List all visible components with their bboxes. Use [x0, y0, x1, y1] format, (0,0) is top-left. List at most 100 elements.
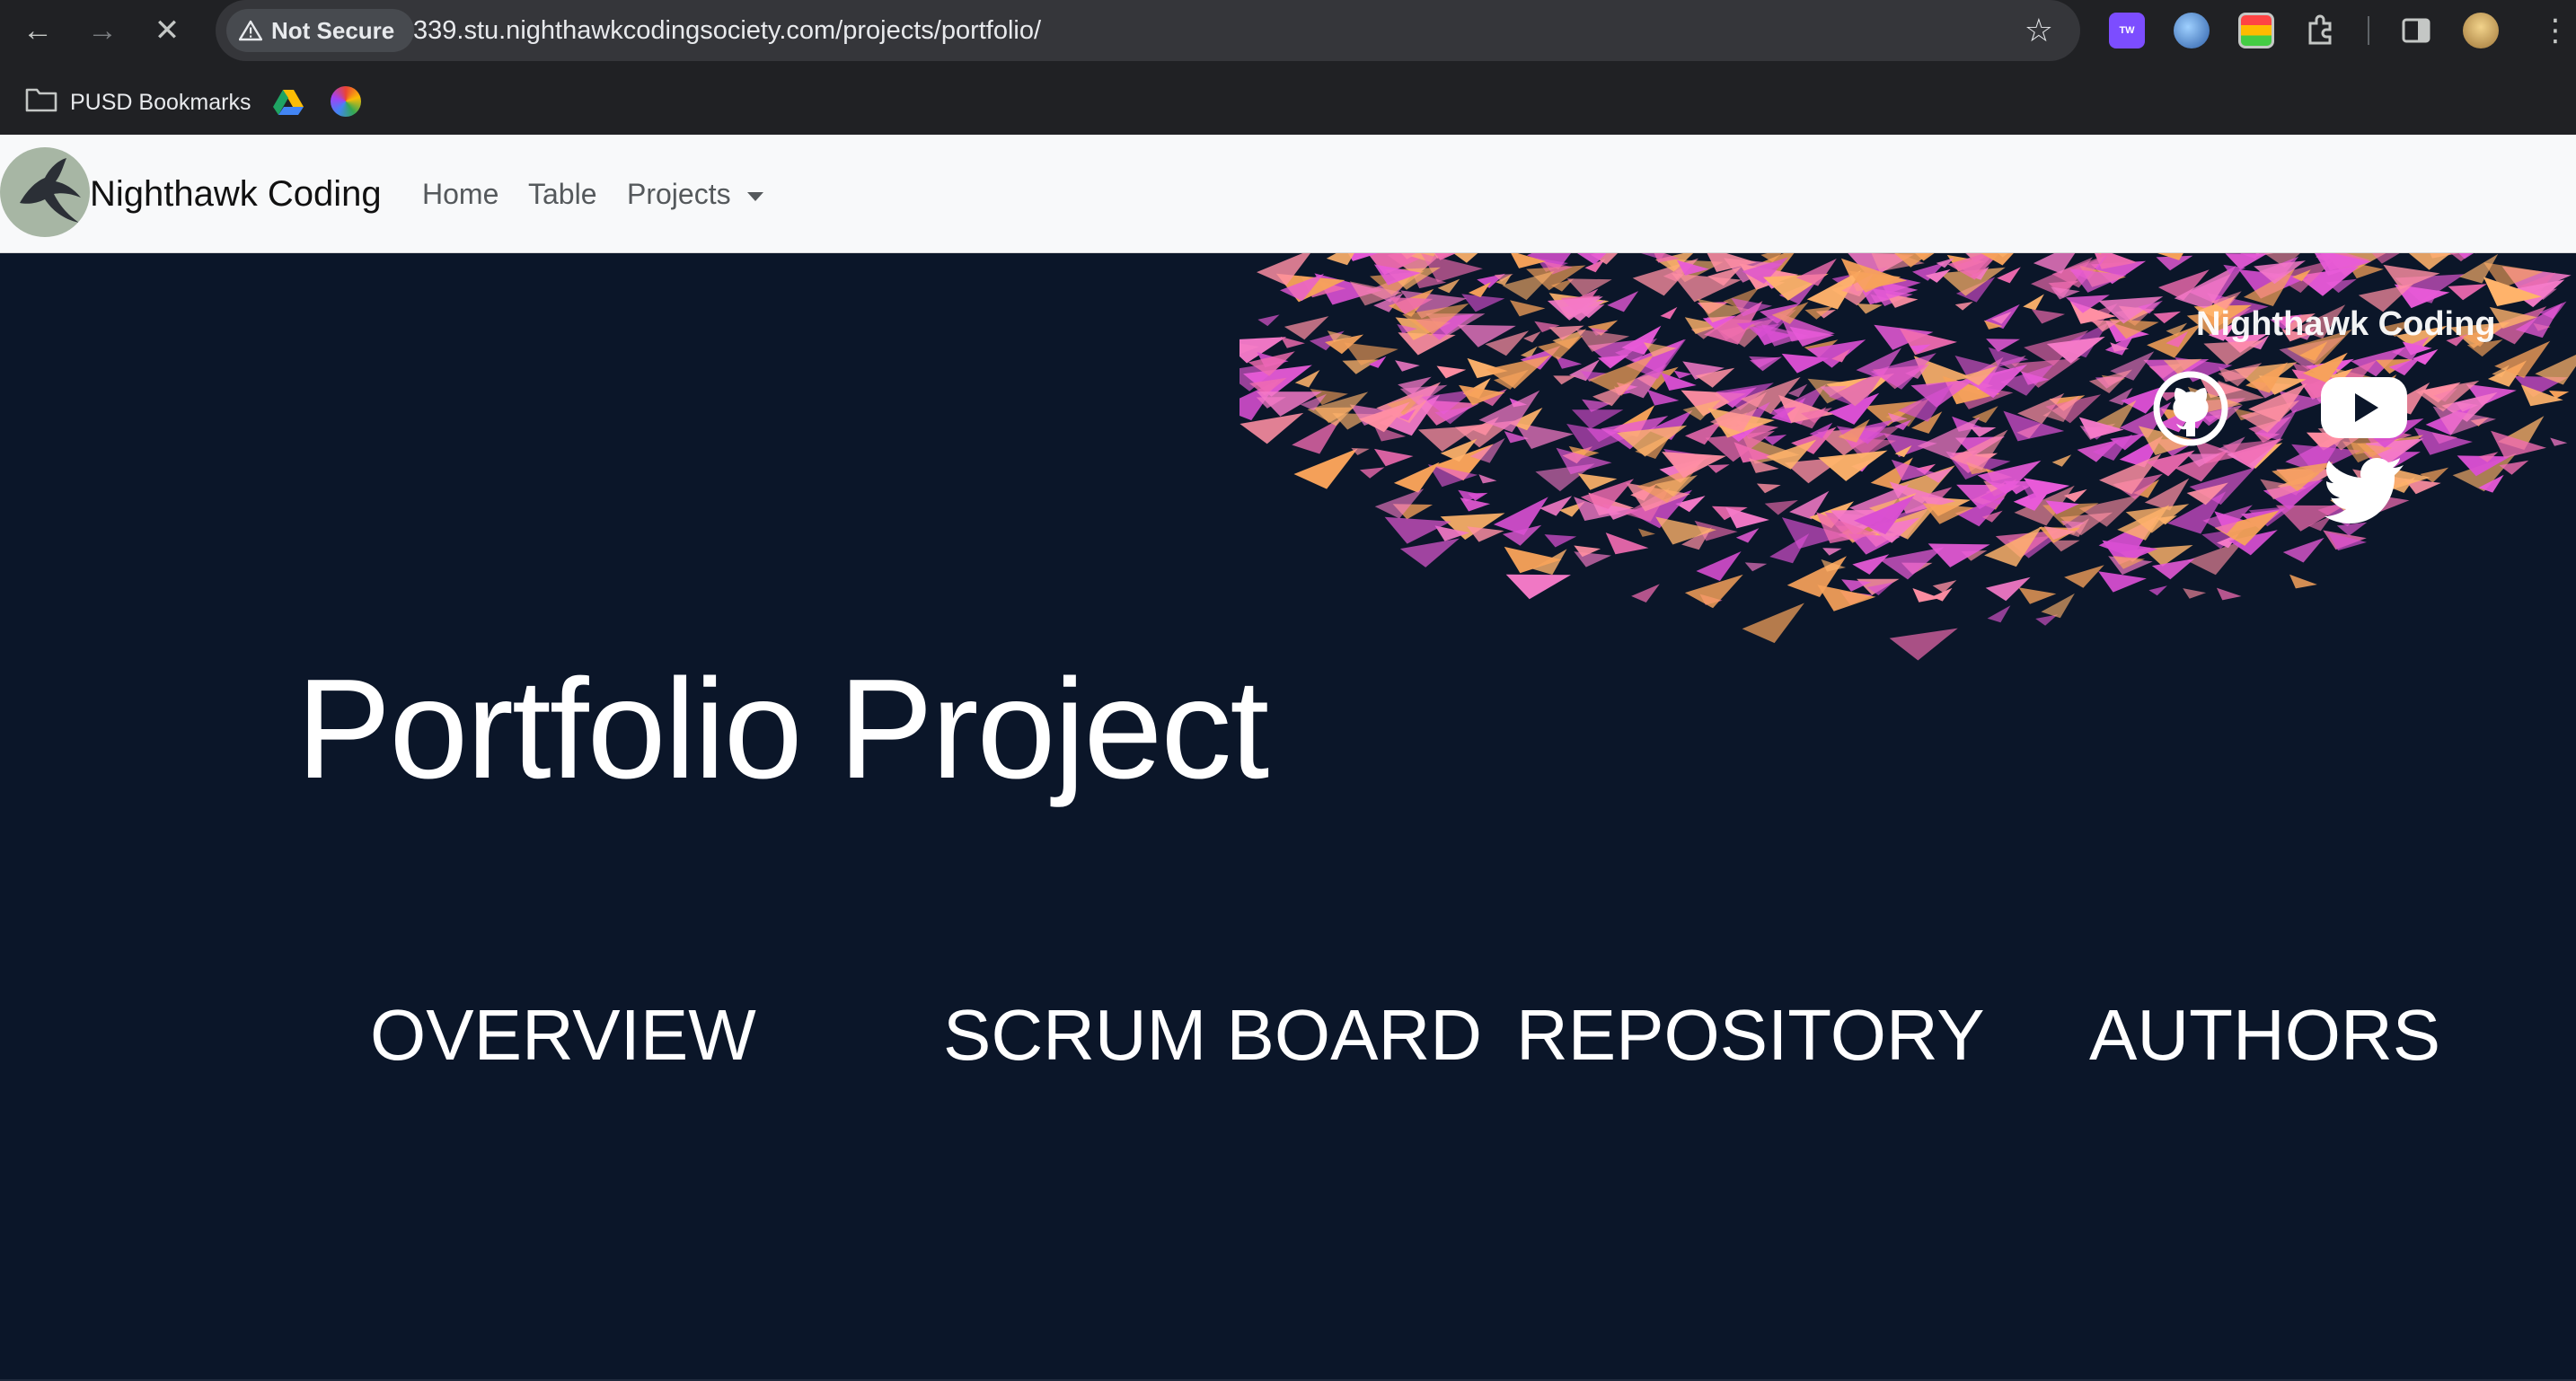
bookmarks-bar: PUSD Bookmarks	[0, 72, 2576, 135]
folder-icon	[25, 86, 57, 119]
forward-button[interactable]: →	[84, 13, 120, 48]
bird-shape	[1696, 551, 1742, 581]
section-link-authors[interactable]: AUTHORS	[2089, 994, 2440, 1077]
toolbar-divider	[2368, 16, 2369, 45]
bird-shape	[1631, 584, 1660, 603]
bird-shape	[1852, 554, 1890, 575]
section-link-overview[interactable]: OVERVIEW	[370, 994, 756, 1077]
bird-shape	[1293, 448, 1358, 489]
bird-shape	[2216, 587, 2242, 601]
bird-shape	[2448, 284, 2487, 301]
bird-shape	[1607, 291, 1639, 312]
bird-shape	[1742, 603, 1804, 644]
bird-shape	[1818, 450, 1888, 481]
url-text[interactable]: 339.stu.nighthawkcodingsociety.com/proje…	[413, 0, 1041, 61]
bird-shape	[1395, 360, 1420, 372]
bird-shape	[2051, 454, 2072, 467]
bird-shape	[1257, 314, 1280, 327]
bird-shape	[1468, 282, 1491, 298]
extension-globe-icon[interactable]	[2174, 13, 2210, 48]
bird-shape	[2148, 585, 2167, 596]
bird-shape	[1461, 294, 1505, 312]
twitter-icon[interactable]	[2325, 458, 2405, 529]
bird-shape	[1280, 336, 1305, 348]
brand-title[interactable]: Nighthawk Coding	[90, 135, 382, 253]
bird-shape	[1510, 300, 1546, 317]
bird-shape	[1553, 375, 1576, 385]
bird-shape	[2153, 311, 2181, 324]
bird-shape	[1284, 316, 1329, 340]
bird-shape	[1932, 580, 1957, 594]
colorful-app-icon[interactable]	[331, 86, 361, 117]
bird-shape	[1879, 547, 1945, 580]
bird-shape	[1574, 551, 1611, 567]
youtube-icon[interactable]	[2319, 375, 2409, 444]
bird-shape	[1374, 448, 1414, 467]
bird-shape	[2183, 588, 2207, 599]
section-link-scrum-board[interactable]: SCRUM BOARD	[943, 994, 1482, 1077]
caret-down-icon	[746, 191, 763, 201]
bookmark-label: PUSD Bookmarks	[70, 89, 251, 115]
bird-shape	[1822, 548, 1842, 556]
bird-shape	[1486, 355, 1551, 389]
bird-shape	[2289, 574, 2317, 589]
side-panel-icon[interactable]	[2398, 13, 2434, 48]
bird-shape	[1889, 628, 1958, 661]
bird-shape	[1707, 464, 1730, 473]
bird-shape	[1638, 528, 1655, 537]
nav-link-home[interactable]: Home	[422, 135, 498, 253]
bird-shape	[1505, 574, 1571, 600]
bird-shape	[1374, 488, 1425, 519]
back-button[interactable]: ←	[20, 13, 56, 48]
social-heading: Nighthawk Coding	[2196, 305, 2496, 343]
bird-shape	[1684, 574, 1743, 609]
bird-shape	[1928, 543, 1990, 567]
browser-chrome: ← → ✕ Not Secure 339.stu.nighthawkcoding…	[0, 0, 2576, 135]
extensions-puzzle-icon[interactable]	[2303, 13, 2339, 48]
bird-shape	[1987, 605, 2011, 623]
bird-shape	[2031, 309, 2066, 324]
google-drive-icon[interactable]	[273, 88, 304, 119]
extension-tw-icon[interactable]: TW	[2109, 13, 2145, 48]
bird-shape	[1493, 497, 1548, 535]
bird-shape	[1725, 506, 1769, 529]
bird-shape	[1436, 365, 1467, 379]
bird-shape	[1970, 427, 1997, 437]
github-icon[interactable]	[2152, 370, 2229, 452]
stop-loading-button[interactable]: ✕	[149, 13, 185, 48]
security-label: Not Secure	[271, 17, 395, 44]
section-link-repository[interactable]: REPOSITORY	[1516, 994, 1985, 1077]
security-indicator[interactable]: Not Secure	[226, 9, 415, 52]
bird-shape	[1359, 467, 1385, 479]
hero-section: Nighthawk Coding Portfolio Project OVERV…	[0, 253, 2576, 1381]
bird-shape	[2018, 587, 2057, 604]
bird-shape	[1478, 474, 1497, 484]
bookmark-star-icon[interactable]: ☆	[2025, 13, 2053, 48]
nav-link-table[interactable]: Table	[528, 135, 597, 253]
nav-dropdown-projects[interactable]: Projects	[627, 135, 763, 253]
bird-shape	[2203, 340, 2264, 365]
bird-shape	[1756, 483, 1781, 494]
bird-shape	[1660, 306, 1678, 320]
bird-shape	[2088, 369, 2132, 393]
bird-shape	[1735, 528, 1760, 543]
address-bar[interactable]: Not Secure 339.stu.nighthawkcodingsociet…	[216, 0, 2080, 61]
page-title: Portfolio Project	[296, 650, 1269, 808]
nighthawk-logo[interactable]	[0, 147, 90, 237]
site-navbar: Nighthawk Coding Home Table Projects	[0, 135, 2576, 253]
bird-shape	[2282, 537, 2325, 563]
bird-shape	[1954, 302, 1973, 311]
warning-icon	[239, 20, 262, 41]
menu-dots-icon[interactable]: ⋮	[2540, 14, 2571, 47]
bird-shape	[1393, 462, 1440, 493]
bird-shape	[1857, 303, 1883, 314]
extension-window-icon[interactable]	[2238, 13, 2274, 48]
bird-shape	[1647, 389, 1680, 406]
bird-shape	[1673, 370, 1692, 379]
bird-shape	[2420, 467, 2449, 483]
bird-shape	[2550, 437, 2568, 446]
bookmark-folder-pusd[interactable]: PUSD Bookmarks	[25, 83, 251, 122]
profile-avatar[interactable]	[2463, 13, 2499, 48]
bird-shape	[1744, 562, 1768, 572]
bird-shape	[2064, 565, 2104, 588]
